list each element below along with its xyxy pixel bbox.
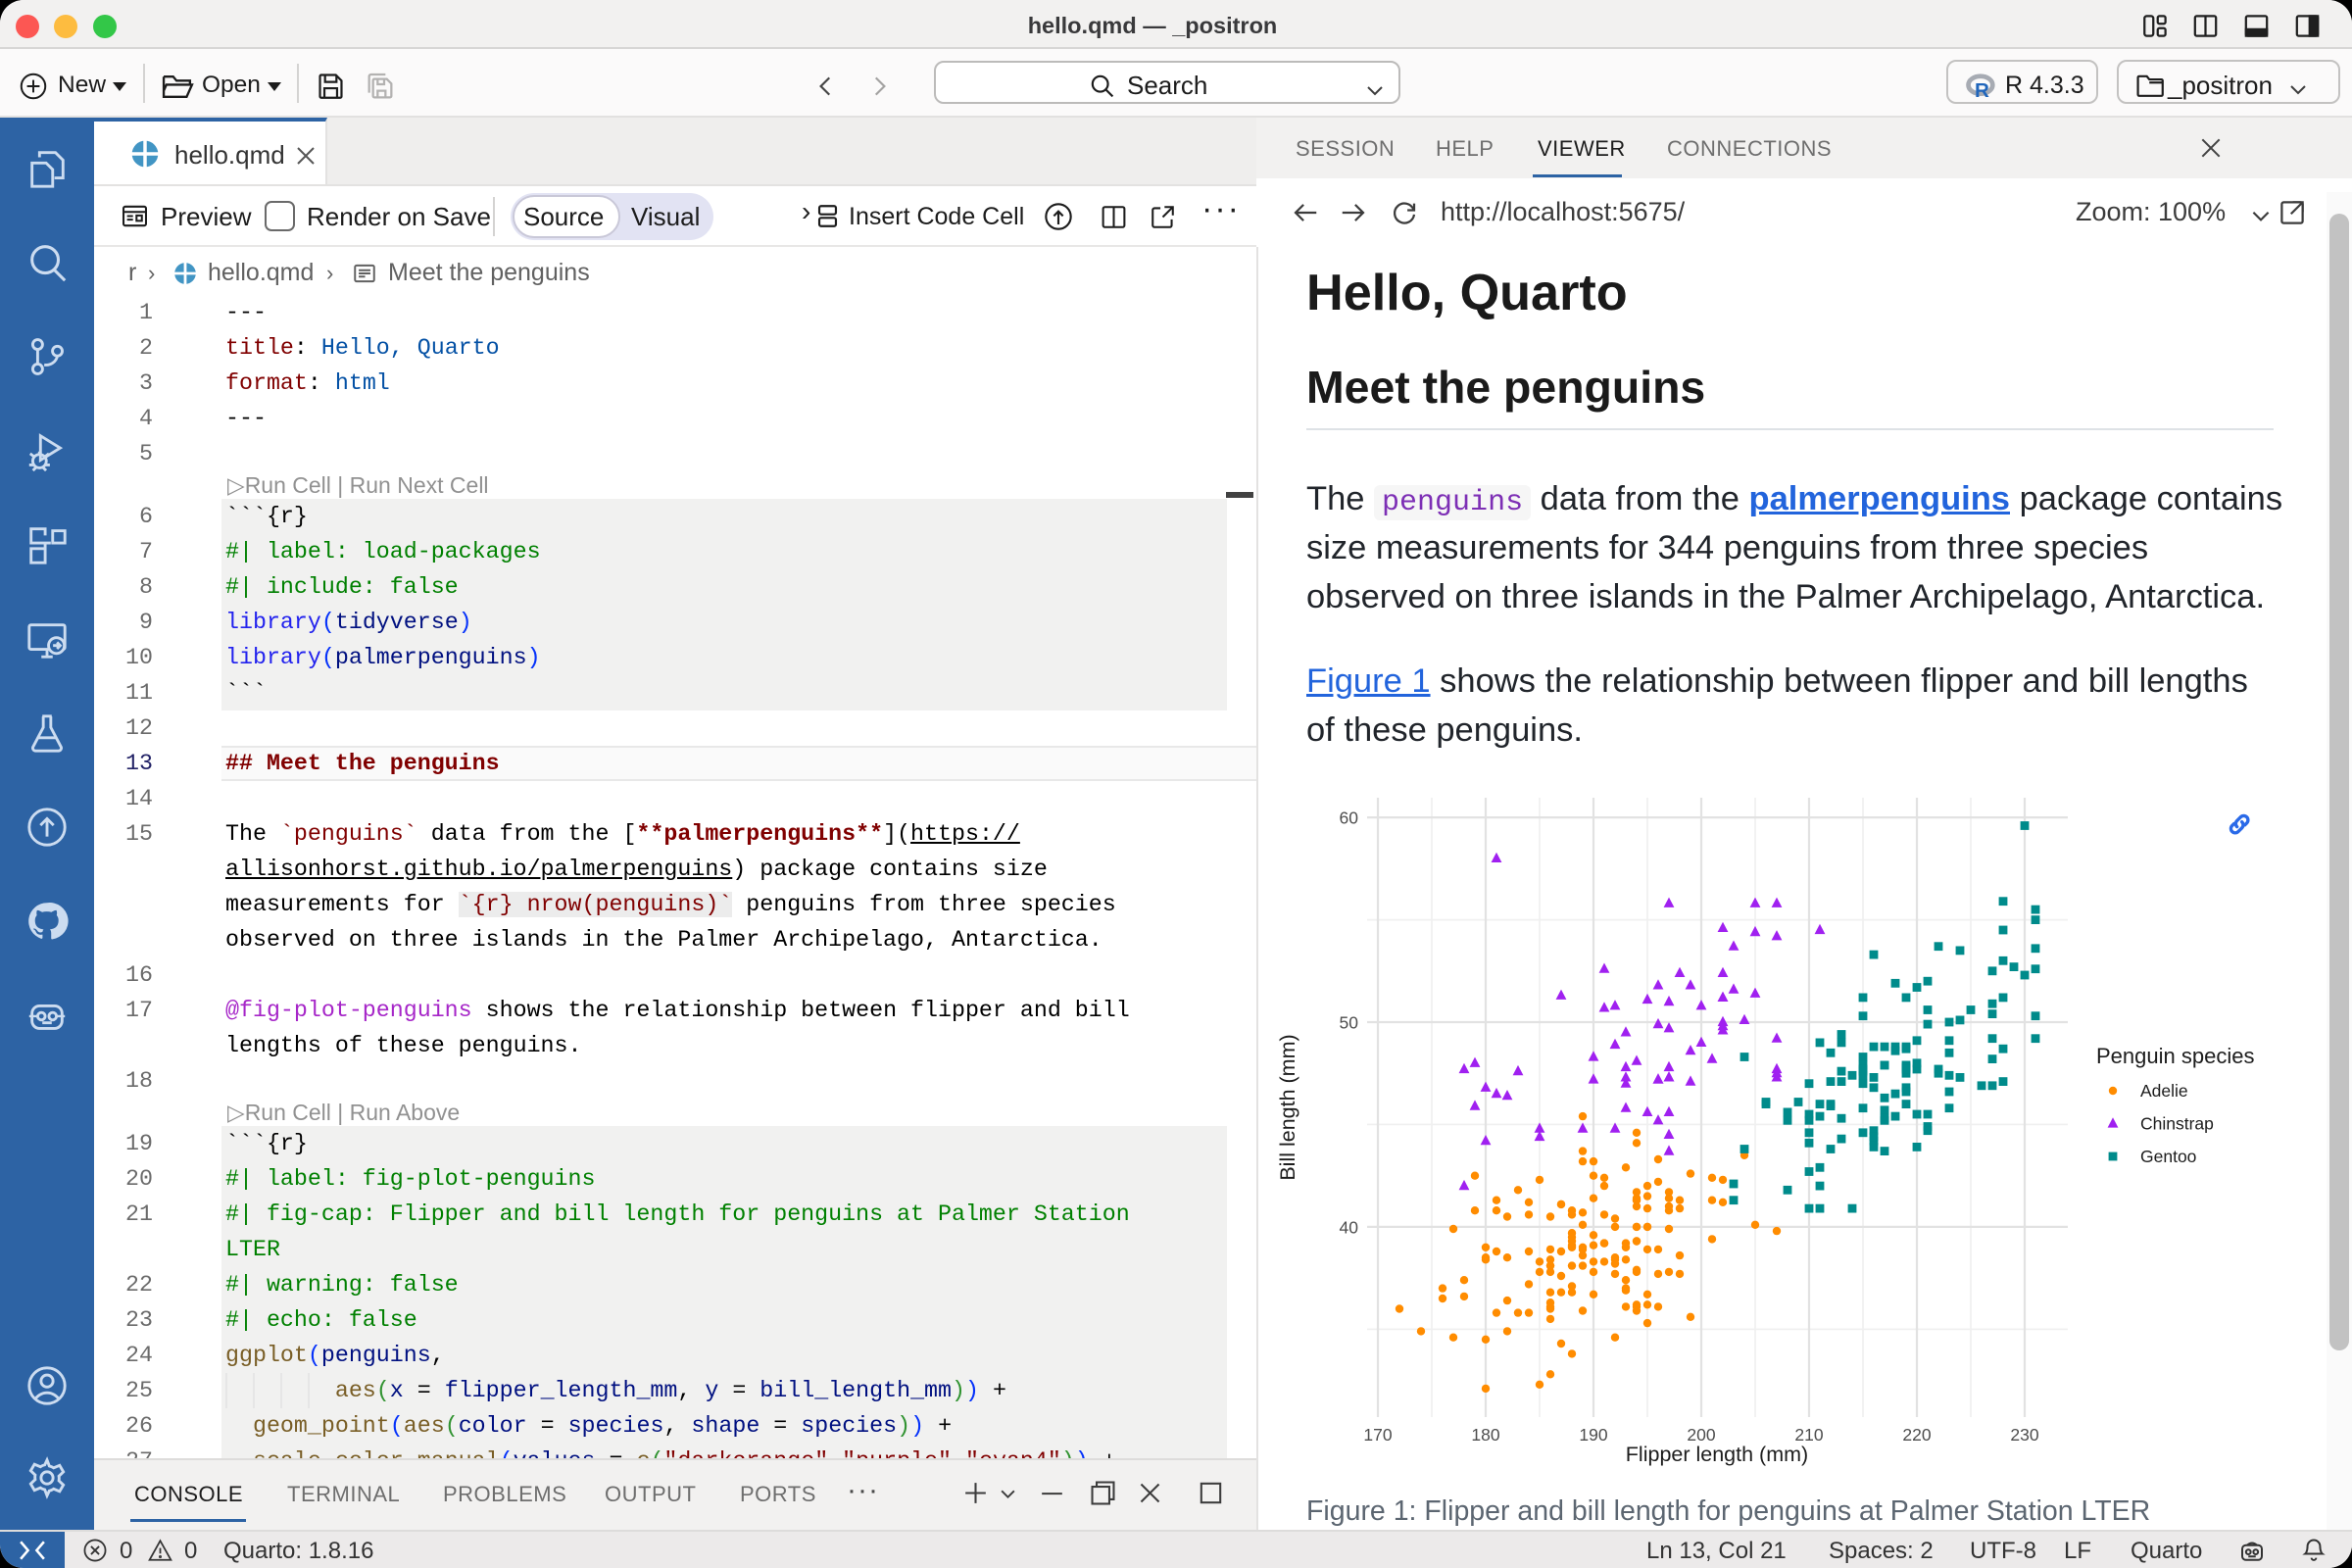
svg-text:180: 180 <box>1471 1425 1499 1445</box>
svg-text:40: 40 <box>1340 1217 1359 1237</box>
svg-text:210: 210 <box>1794 1425 1823 1445</box>
svg-text:Flipper length (mm): Flipper length (mm) <box>1626 1443 1808 1466</box>
svg-text:Gentoo: Gentoo <box>2140 1147 2196 1166</box>
svg-text:200: 200 <box>1687 1425 1715 1445</box>
svg-text:230: 230 <box>2010 1425 2038 1445</box>
svg-text:Bill length (mm): Bill length (mm) <box>1276 1034 1299 1180</box>
svg-text:R: R <box>1975 79 1989 100</box>
svg-text:Penguin species: Penguin species <box>2096 1044 2254 1068</box>
svg-text:170: 170 <box>1363 1425 1392 1445</box>
svg-text:60: 60 <box>1340 808 1359 828</box>
svg-text:Chinstrap: Chinstrap <box>2140 1114 2214 1134</box>
svg-text:190: 190 <box>1579 1425 1607 1445</box>
svg-text:50: 50 <box>1340 1013 1359 1033</box>
svg-text:Adelie: Adelie <box>2140 1081 2188 1101</box>
svg-text:220: 220 <box>1902 1425 1931 1445</box>
